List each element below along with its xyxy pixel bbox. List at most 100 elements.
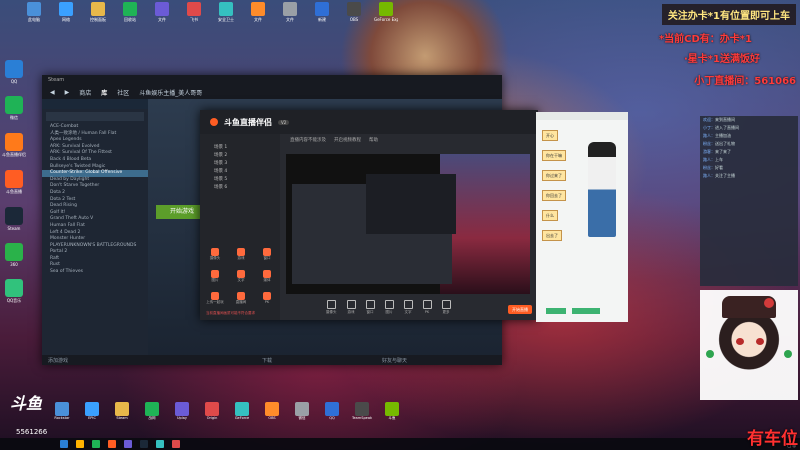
steam-game-item[interactable]: ARK: Survival Of The Fittest	[42, 150, 148, 157]
douyu-scene-item[interactable]: 场景 6	[200, 184, 280, 192]
steam-titlebar[interactable]: Steam	[42, 75, 502, 85]
steam-game-item[interactable]: Apex Legends	[42, 137, 148, 144]
douyu-tab-help[interactable]: 帮助	[369, 137, 378, 143]
chat-send-button[interactable]	[546, 308, 566, 314]
douyu-tool-button[interactable]: 游戏	[346, 299, 356, 315]
douyu-tool-button[interactable]: PK	[422, 300, 432, 314]
desktop-left-icon[interactable]: QQ	[2, 60, 26, 84]
desktop-bottom-icon[interactable]: GeForce	[230, 402, 254, 421]
chat-bubble: 开心	[542, 130, 558, 141]
taskbar-app-icon[interactable]	[108, 440, 116, 448]
douyu-tool-button[interactable]: 窗口	[365, 299, 375, 315]
douyu-scene-tool[interactable]: 游戏	[230, 248, 252, 262]
douyu-companion-window[interactable]: 斗鱼直播伴侣 V2 直播内容不能涉及 开启视频教程 帮助 场景 1 场景 2 场景 …	[200, 110, 538, 320]
steam-nav-library[interactable]: 库	[101, 88, 107, 97]
steam-back-icon[interactable]: ◀	[50, 89, 55, 96]
steam-game-item[interactable]: Don't Starve Together	[42, 183, 148, 190]
desktop-left-icon[interactable]: 微信	[2, 96, 26, 121]
desktop-app-icon	[379, 2, 393, 16]
taskbar-app-icon[interactable]	[60, 440, 68, 448]
desktop-icon[interactable]: 文件	[278, 2, 302, 23]
danmu-line: 路人：主播加油	[700, 132, 798, 140]
douyu-start-live-button[interactable]: 开始直播	[508, 305, 532, 314]
steam-game-item[interactable]: Dota 2	[42, 190, 148, 197]
chat-window[interactable]: 开心 你在干嘛 你过来了 你回去了 什么 出去了	[536, 112, 628, 322]
steam-add-game[interactable]: 添加游戏	[48, 357, 68, 364]
douyu-tool-button[interactable]: 文字	[403, 299, 413, 315]
overlay-red-line-2: ·星卡*1送满饭好	[684, 54, 760, 65]
windows-taskbar: ⌃ ▢ ◎	[0, 438, 800, 450]
desktop-left-icon[interactable]: QQ音乐	[2, 279, 26, 304]
desktop-icon[interactable]: 文件	[150, 2, 174, 23]
steam-game-item[interactable]: ACE-Combat	[42, 124, 148, 131]
douyu-scene-tool[interactable]: 媒体	[256, 270, 278, 284]
desktop-bottom-icon[interactable]: Rockstar	[50, 402, 74, 421]
douyu-scene-item[interactable]: 场景 1	[200, 144, 280, 152]
steam-nav-community[interactable]: 社区	[117, 88, 129, 97]
desktop-left-icon[interactable]: Steam	[2, 207, 26, 231]
douyu-tool-button[interactable]: 摄像头	[326, 299, 337, 315]
chat-titlebar[interactable]	[536, 112, 628, 120]
douyu-scene-tool[interactable]: 图片	[204, 270, 226, 284]
steam-search-input[interactable]	[46, 112, 144, 121]
douyu-scene-tool[interactable]: 摄像头	[204, 248, 226, 262]
douyu-tool-button[interactable]: 更多	[441, 299, 451, 315]
steam-game-item[interactable]: Sea of Thieves	[42, 269, 148, 276]
desktop-icon[interactable]: 此电脑	[22, 2, 46, 23]
desktop-icon[interactable]: 新建	[310, 2, 334, 23]
douyu-scene-item[interactable]: 场景 5	[200, 176, 280, 184]
desktop-bottom-icon[interactable]: Origin	[200, 402, 224, 421]
taskbar-app-icon[interactable]	[76, 440, 84, 448]
desktop-bottom-icon[interactable]: 战网	[140, 402, 164, 421]
desktop-bottom-icon[interactable]: 微信	[290, 402, 314, 421]
desktop-icon[interactable]: 飞书	[182, 2, 206, 23]
desktop-icon[interactable]: 控制面板	[86, 2, 110, 23]
steam-game-item[interactable]: Monster Hunter	[42, 236, 148, 243]
desktop-icon[interactable]: 安全卫士	[214, 2, 238, 23]
desktop-bottom-icon[interactable]: Uplay	[170, 402, 194, 421]
desktop-icon[interactable]: GeForce Experience	[374, 2, 398, 23]
douyu-scene-tool[interactable]: 窗口	[256, 248, 278, 262]
taskbar-app-icon[interactable]	[124, 440, 132, 448]
app-icon	[85, 402, 99, 416]
douyu-tab-tutorial[interactable]: 开启视频教程	[334, 137, 361, 143]
desktop-left-icon[interactable]: 斗鱼直播	[2, 170, 26, 195]
steam-nav-profile[interactable]: 斗鱼娱乐主播_美人哥哥	[139, 88, 202, 97]
steam-downloads[interactable]: 下载	[262, 357, 272, 364]
taskbar-app-icon[interactable]	[172, 440, 180, 448]
desktop-bottom-icon[interactable]: OBS	[260, 402, 284, 421]
taskbar-app-icon[interactable]	[92, 440, 100, 448]
taskbar-app-icon[interactable]	[140, 440, 148, 448]
desktop-bottom-icon[interactable]: 斗鱼	[380, 402, 404, 421]
douyu-scene-tool[interactable]: 直播间	[230, 292, 252, 306]
taskbar-app-icon[interactable]	[156, 440, 164, 448]
douyu-scene-item[interactable]: 场景 4	[200, 168, 280, 176]
steam-forward-icon[interactable]: ▶	[65, 89, 70, 96]
douyu-tab-rules[interactable]: 直播内容不能涉及	[290, 137, 326, 143]
steam-game-item[interactable]: Grand Theft Auto V	[42, 216, 148, 223]
steam-game-item[interactable]: Portal 2	[42, 249, 148, 256]
desktop-bottom-icon[interactable]: EPIC	[80, 402, 104, 421]
douyu-scene-tool[interactable]: PK	[256, 292, 278, 306]
steam-game-item[interactable]: Human Fall Flat	[42, 223, 148, 230]
desktop-bottom-icon[interactable]: QQ	[320, 402, 344, 421]
steam-game-item[interactable]: Dead Rising	[42, 203, 148, 210]
desktop-left-icon[interactable]: 360	[2, 243, 26, 267]
douyu-scene-tool[interactable]: 上传一起玩	[204, 292, 226, 306]
desktop-icon[interactable]: 网络	[54, 2, 78, 23]
desktop-bottom-icon[interactable]: TeamSpeak	[350, 402, 374, 421]
desktop-icon[interactable]: 回收站	[118, 2, 142, 23]
desktop-icon[interactable]: OBS	[342, 2, 366, 23]
douyu-tool-button[interactable]: 图片	[384, 299, 394, 315]
steam-nav-store[interactable]: 商店	[79, 88, 91, 97]
desktop-left-icon[interactable]: 斗鱼直播伴侣	[2, 133, 26, 158]
chat-action-button[interactable]	[572, 308, 600, 314]
steam-game-item[interactable]: Counter-Strike: Global Offensive	[42, 170, 148, 177]
desktop-icon[interactable]: 文件	[246, 2, 270, 23]
douyu-scene-item[interactable]: 场景 2	[200, 152, 280, 160]
desktop-bottom-icon[interactable]: Steam	[110, 402, 134, 421]
douyu-scene-item[interactable]: 场景 3	[200, 160, 280, 168]
steam-game-item[interactable]: Back 4 Blood Beta	[42, 157, 148, 164]
steam-friends-chat[interactable]: 好友与聊天	[382, 357, 407, 364]
douyu-scene-tool[interactable]: 文字	[230, 270, 252, 284]
